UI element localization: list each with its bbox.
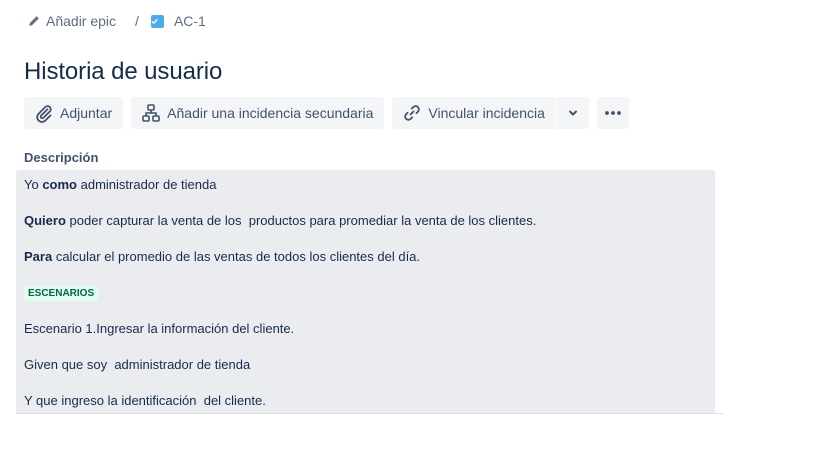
description-line: Yo como administrador de tienda	[24, 177, 216, 192]
task-checkbox-icon	[150, 14, 164, 28]
line-bold: como	[42, 177, 77, 192]
description-line: Quiero poder capturar la venta de los pr…	[24, 213, 536, 228]
line-bold: Para	[24, 249, 53, 264]
line-prefix: Yo	[24, 177, 43, 192]
issue-title[interactable]: Historia de usuario	[24, 58, 222, 86]
description-line: Y que ingreso la identificación del clie…	[24, 393, 266, 408]
breadcrumb: Añadir epic / AC-1	[28, 12, 206, 30]
ellipsis-icon	[604, 111, 621, 115]
issue-toolbar: Adjuntar Añadir una incidencia secundari…	[24, 97, 629, 129]
pencil-icon	[29, 16, 39, 26]
issue-key: AC-1	[173, 13, 206, 29]
description-field[interactable]: Yo como administrador de tienda Quiero p…	[16, 170, 715, 414]
description-line: Given que soy administrador de tienda	[24, 357, 251, 372]
add-epic-label: Añadir epic	[46, 13, 117, 29]
description-divider	[16, 413, 723, 414]
description-label: Descripción	[24, 150, 99, 165]
line-rest: calcular el promedio de las ventas de to…	[52, 249, 421, 264]
add-epic-link[interactable]: Añadir epic	[28, 13, 116, 29]
breadcrumb-separator: /	[135, 13, 139, 29]
link-issue-button[interactable]: Vincular incidencia	[392, 97, 556, 129]
hierarchy-icon	[142, 104, 160, 122]
scenarios-lozenge: ESCENARIOS	[24, 286, 99, 301]
add-child-issue-button[interactable]: Añadir una incidencia secundaria	[131, 97, 385, 129]
add-child-label: Añadir una incidencia secundaria	[167, 105, 374, 121]
line-rest: poder capturar la venta de los productos…	[65, 213, 537, 228]
attach-label: Adjuntar	[60, 105, 113, 121]
line-bold: Quiero	[24, 213, 66, 228]
attach-button[interactable]: Adjuntar	[24, 97, 124, 129]
paperclip-icon	[36, 105, 52, 123]
issue-key-link[interactable]: AC-1	[150, 13, 206, 29]
link-issue-dropdown[interactable]	[556, 97, 589, 129]
description-line: Para calcular el promedio de las ventas …	[24, 249, 420, 264]
link-issue-label: Vincular incidencia	[428, 105, 545, 121]
description-line: Escenario 1.Ingresar la información del …	[24, 321, 295, 336]
chevron-down-icon	[568, 110, 577, 116]
line-rest: administrador de tienda	[77, 177, 217, 192]
link-chain-icon	[404, 105, 421, 121]
more-actions-button[interactable]	[596, 97, 629, 129]
